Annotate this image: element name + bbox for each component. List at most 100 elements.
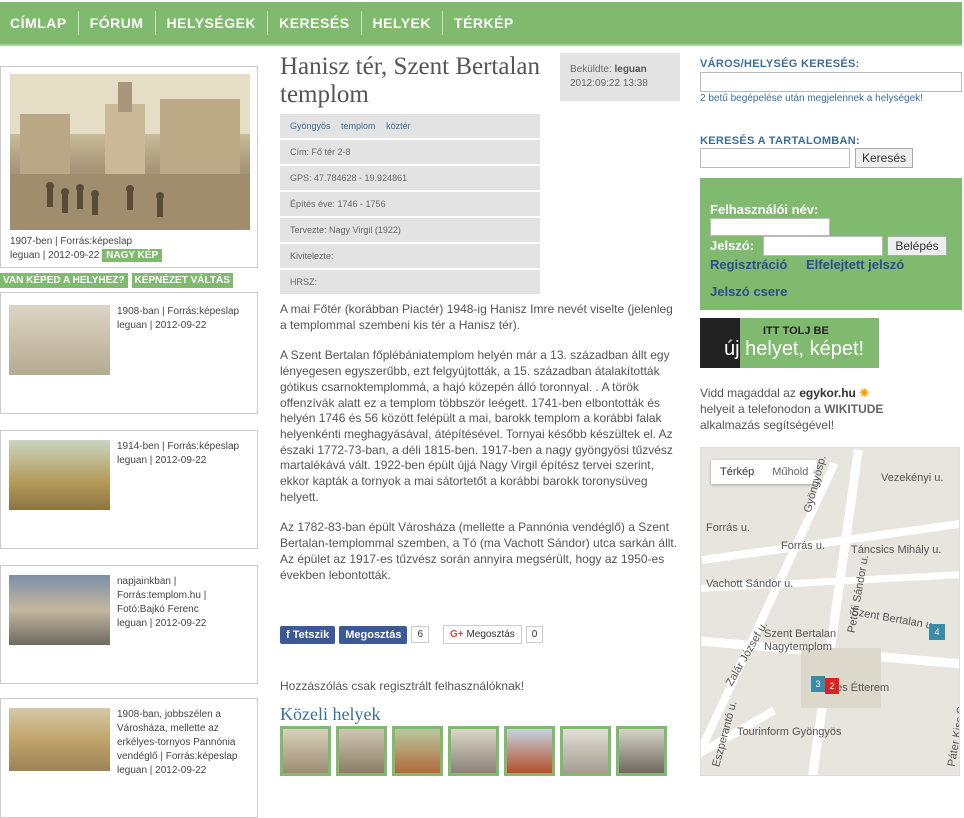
thumb-item[interactable]: 1914-ben | Forrás:képeslap leguan | 2012… bbox=[0, 430, 258, 549]
main-photo[interactable] bbox=[10, 74, 250, 230]
map-marker-2[interactable]: 2 bbox=[825, 678, 839, 694]
thumb-photo[interactable] bbox=[9, 708, 110, 771]
map-label: Vezekényi u. bbox=[881, 472, 944, 484]
map-label: Szent Bertalan bbox=[764, 628, 837, 640]
thumb-caption: erkélyes-tornyos Pannónia bbox=[117, 737, 236, 748]
nav-forum[interactable]: FÓRUM bbox=[79, 11, 156, 35]
thumb-info: 1908-ban, jobbszélen a Városháza, mellet… bbox=[117, 708, 237, 778]
thumb-photo[interactable] bbox=[9, 440, 110, 510]
meta-build-year: Építés éve: 1746 - 1756 bbox=[280, 192, 540, 216]
nearby-thumb[interactable] bbox=[504, 726, 555, 776]
search-button[interactable]: Keresés bbox=[855, 148, 913, 168]
map-type-tabs: Térkép Műhold bbox=[711, 460, 818, 484]
have-photo-button[interactable]: VAN KÉPED A HELYHEZ? bbox=[0, 273, 128, 288]
map-label: es Étterem bbox=[836, 682, 890, 694]
app-promo-text: helyeit a telefonodon a bbox=[700, 402, 825, 416]
brand-icon: ✺ bbox=[859, 386, 870, 400]
change-password-link[interactable]: Jelszó csere bbox=[710, 284, 787, 299]
nearby-thumb[interactable] bbox=[448, 726, 499, 776]
nearby-title: Közeli helyek bbox=[280, 704, 381, 724]
article-paragraph: A mai Főtér (korábban Piactér) 1948-ig H… bbox=[280, 302, 673, 332]
gplus-count: 0 bbox=[525, 626, 544, 643]
map-label: Forrás u. bbox=[781, 540, 826, 552]
nav-terkep[interactable]: TÉRKÉP bbox=[443, 11, 525, 35]
nearby-thumb[interactable] bbox=[560, 726, 611, 776]
username-input[interactable] bbox=[710, 218, 830, 236]
thumb-source: Forrás:templom.hu | bbox=[117, 590, 207, 601]
main-image-author-text: leguan | 2012-09-22 bbox=[10, 250, 100, 261]
facebook-like-button[interactable]: f Tetszik bbox=[280, 625, 336, 644]
thumb-caption: 1908-ban | Forrás:képeslap bbox=[117, 306, 240, 317]
thumb-item[interactable]: 1908-ban | Forrás:képeslap leguan | 2012… bbox=[0, 292, 258, 414]
thumb-info: napjainkban | Forrás:templom.hu | Fotó:B… bbox=[117, 575, 206, 631]
map-label: Vachott Sándor u. bbox=[706, 578, 794, 590]
nearby-thumb[interactable] bbox=[336, 726, 387, 776]
banner-line2: új helyet, képet! bbox=[724, 338, 865, 360]
username-label: Felhasználói név: bbox=[710, 202, 819, 217]
login-button[interactable]: Belépés bbox=[887, 236, 947, 256]
content-search-label: KERESÉS A TARTALOMBAN: bbox=[700, 135, 860, 147]
nearby-thumbs bbox=[280, 726, 667, 776]
thumb-info: 1908-ban | Forrás:képeslap leguan | 2012… bbox=[117, 305, 239, 333]
register-link[interactable]: Regisztráció bbox=[710, 257, 787, 272]
login-box: Felhasználói név: Jelszó: Belépés Regisz… bbox=[700, 178, 962, 310]
thumb-caption: Városháza, mellette az bbox=[117, 723, 219, 734]
city-search-hint: 2 betű begépelése után megjelennek a hel… bbox=[700, 93, 923, 104]
thumb-author: leguan | 2012-09-22 bbox=[117, 455, 207, 466]
password-input[interactable] bbox=[763, 236, 883, 256]
submitted-by: Beküldte: leguan 2012:09:22 13:38 bbox=[560, 53, 680, 101]
nearby-thumb[interactable] bbox=[280, 726, 331, 776]
facebook-icon: f bbox=[286, 628, 290, 641]
nearby-thumb[interactable] bbox=[616, 726, 667, 776]
meta-designer: Tervezte: Nagy Virgil (1922) bbox=[280, 218, 540, 242]
map-label: Forrás u. bbox=[706, 522, 751, 534]
thumb-caption: 1908-ban, jobbszélen a bbox=[117, 709, 221, 720]
thumb-photo[interactable] bbox=[9, 575, 110, 645]
gplus-share-button[interactable]: G+ Megosztás bbox=[443, 625, 522, 644]
banner-line1: ITT TOLJ BE bbox=[763, 325, 829, 337]
nav-helyek[interactable]: HELYEK bbox=[362, 11, 444, 35]
map-label: Zalár József u. bbox=[723, 619, 771, 689]
main-image-caption: 1907-ben | Forrás:képeslap bbox=[10, 236, 133, 247]
wikitude-logo: WIKITUDE bbox=[824, 402, 884, 416]
map-marker-3[interactable]: 3 bbox=[811, 676, 825, 692]
thumb-photo[interactable] bbox=[9, 305, 110, 375]
map-marker-4[interactable]: 4 bbox=[929, 624, 945, 640]
thumb-caption: 1914-ben | Forrás:képeslap bbox=[117, 441, 240, 452]
article-paragraph: Az 1782-83-ban épült Városháza (mellette… bbox=[280, 520, 678, 582]
nearby-thumb[interactable] bbox=[392, 726, 443, 776]
submit-place-banner[interactable]: ITT TOLJ BE új helyet, képet! bbox=[700, 318, 879, 368]
map-label: Szent Bertalan u. bbox=[850, 605, 936, 633]
content-search-input[interactable] bbox=[700, 148, 850, 168]
big-image-button[interactable]: NAGY KÉP bbox=[102, 249, 163, 262]
app-promo-text: alkalmazás segítségével! bbox=[700, 418, 835, 432]
share-bar: f Tetszik Megosztás 6 G+ Megosztás 0 bbox=[280, 625, 544, 644]
submitted-user[interactable]: leguan bbox=[614, 64, 646, 75]
submitted-label: Beküldte: bbox=[570, 64, 612, 75]
facebook-share-button[interactable]: Megosztás bbox=[339, 625, 408, 644]
forgot-password-link[interactable]: Elfelejtett jelszó bbox=[806, 257, 904, 272]
thumb-item[interactable]: napjainkban | Forrás:templom.hu | Fotó:B… bbox=[0, 565, 258, 684]
nav-helysegek[interactable]: HELYSÉGEK bbox=[156, 11, 269, 35]
view-switch-button[interactable]: KÉPNÉZET VÁLTÁS bbox=[131, 273, 233, 288]
thumb-caption: napjainkban | bbox=[117, 576, 177, 587]
meta-address: Cím: Fő tér 2-8 bbox=[280, 140, 540, 164]
nav-cimlap[interactable]: CÍMLAP bbox=[0, 11, 79, 35]
map[interactable]: Térkép Műhold Vezekényi u. Forrás u. Tán… bbox=[700, 447, 960, 776]
page-title: Hanisz tér, Szent Bertalan templom bbox=[280, 53, 541, 108]
meta-hrsz: HRSZ: bbox=[280, 270, 540, 294]
city-search-input[interactable] bbox=[700, 72, 962, 92]
map-tab-map[interactable]: Térkép bbox=[711, 460, 763, 484]
thumb-photographer: Fotó:Bajkó Ferenc bbox=[117, 604, 199, 615]
thumb-item[interactable]: 1908-ban, jobbszélen a Városháza, mellet… bbox=[0, 698, 258, 818]
password-label: Jelszó: bbox=[710, 238, 755, 253]
like-label: Tetszik bbox=[292, 628, 330, 641]
app-promo: Vidd magaddal az egykor.hu ✺ helyeit a t… bbox=[700, 385, 960, 433]
tag-link[interactable]: köztér bbox=[386, 121, 411, 131]
gplus-icon: G+ bbox=[450, 629, 464, 640]
article-body: A mai Főtér (korábban Piactér) 1948-ig H… bbox=[280, 302, 680, 598]
tag-link[interactable]: templom bbox=[341, 121, 376, 131]
tag-link[interactable]: Gyöngyös bbox=[290, 121, 331, 131]
thumb-info: 1914-ben | Forrás:képeslap leguan | 2012… bbox=[117, 440, 239, 468]
nav-kereses[interactable]: KERESÉS bbox=[268, 11, 362, 35]
